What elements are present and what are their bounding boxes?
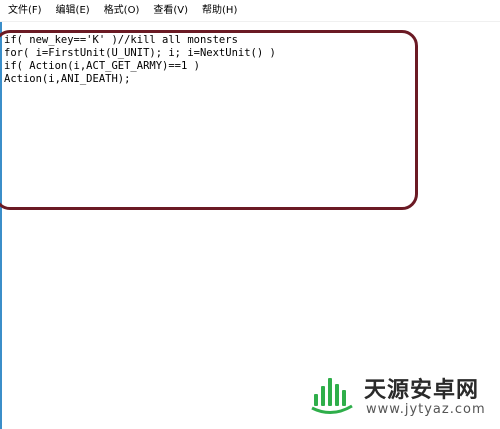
- menu-file[interactable]: 文件(F): [4, 0, 46, 22]
- menu-bar: 文件(F) 编辑(E) 格式(O) 查看(V) 帮助(H): [0, 0, 500, 22]
- window-left-border: [0, 22, 2, 429]
- code-line-1: if( new_key=='K' )//kill all monsters: [4, 34, 238, 46]
- code-line-4: Action(i,ANI_DEATH);: [4, 73, 131, 85]
- notepad-window: 文件(F) 编辑(E) 格式(O) 查看(V) 帮助(H) if( new_ke…: [0, 0, 500, 429]
- code-line-3: if( Action(i,ACT_GET_ARMY)==1 ): [4, 60, 200, 72]
- watermark: 天源安卓网 www.jytyaz.com: [306, 370, 496, 426]
- code-line-2: for( i=FirstUnit(U_UNIT); i; i=NextUnit(…: [4, 47, 276, 59]
- menu-edit[interactable]: 编辑(E): [52, 0, 94, 22]
- green-bars-logo-icon: [311, 378, 353, 414]
- code-text[interactable]: if( new_key=='K' )//kill all monsters for…: [4, 34, 276, 86]
- watermark-url: www.jytyaz.com: [366, 402, 486, 417]
- menu-help[interactable]: 帮助(H): [198, 0, 241, 22]
- menu-view[interactable]: 查看(V): [149, 0, 192, 22]
- watermark-title: 天源安卓网: [364, 378, 480, 403]
- menu-format[interactable]: 格式(O): [100, 0, 144, 22]
